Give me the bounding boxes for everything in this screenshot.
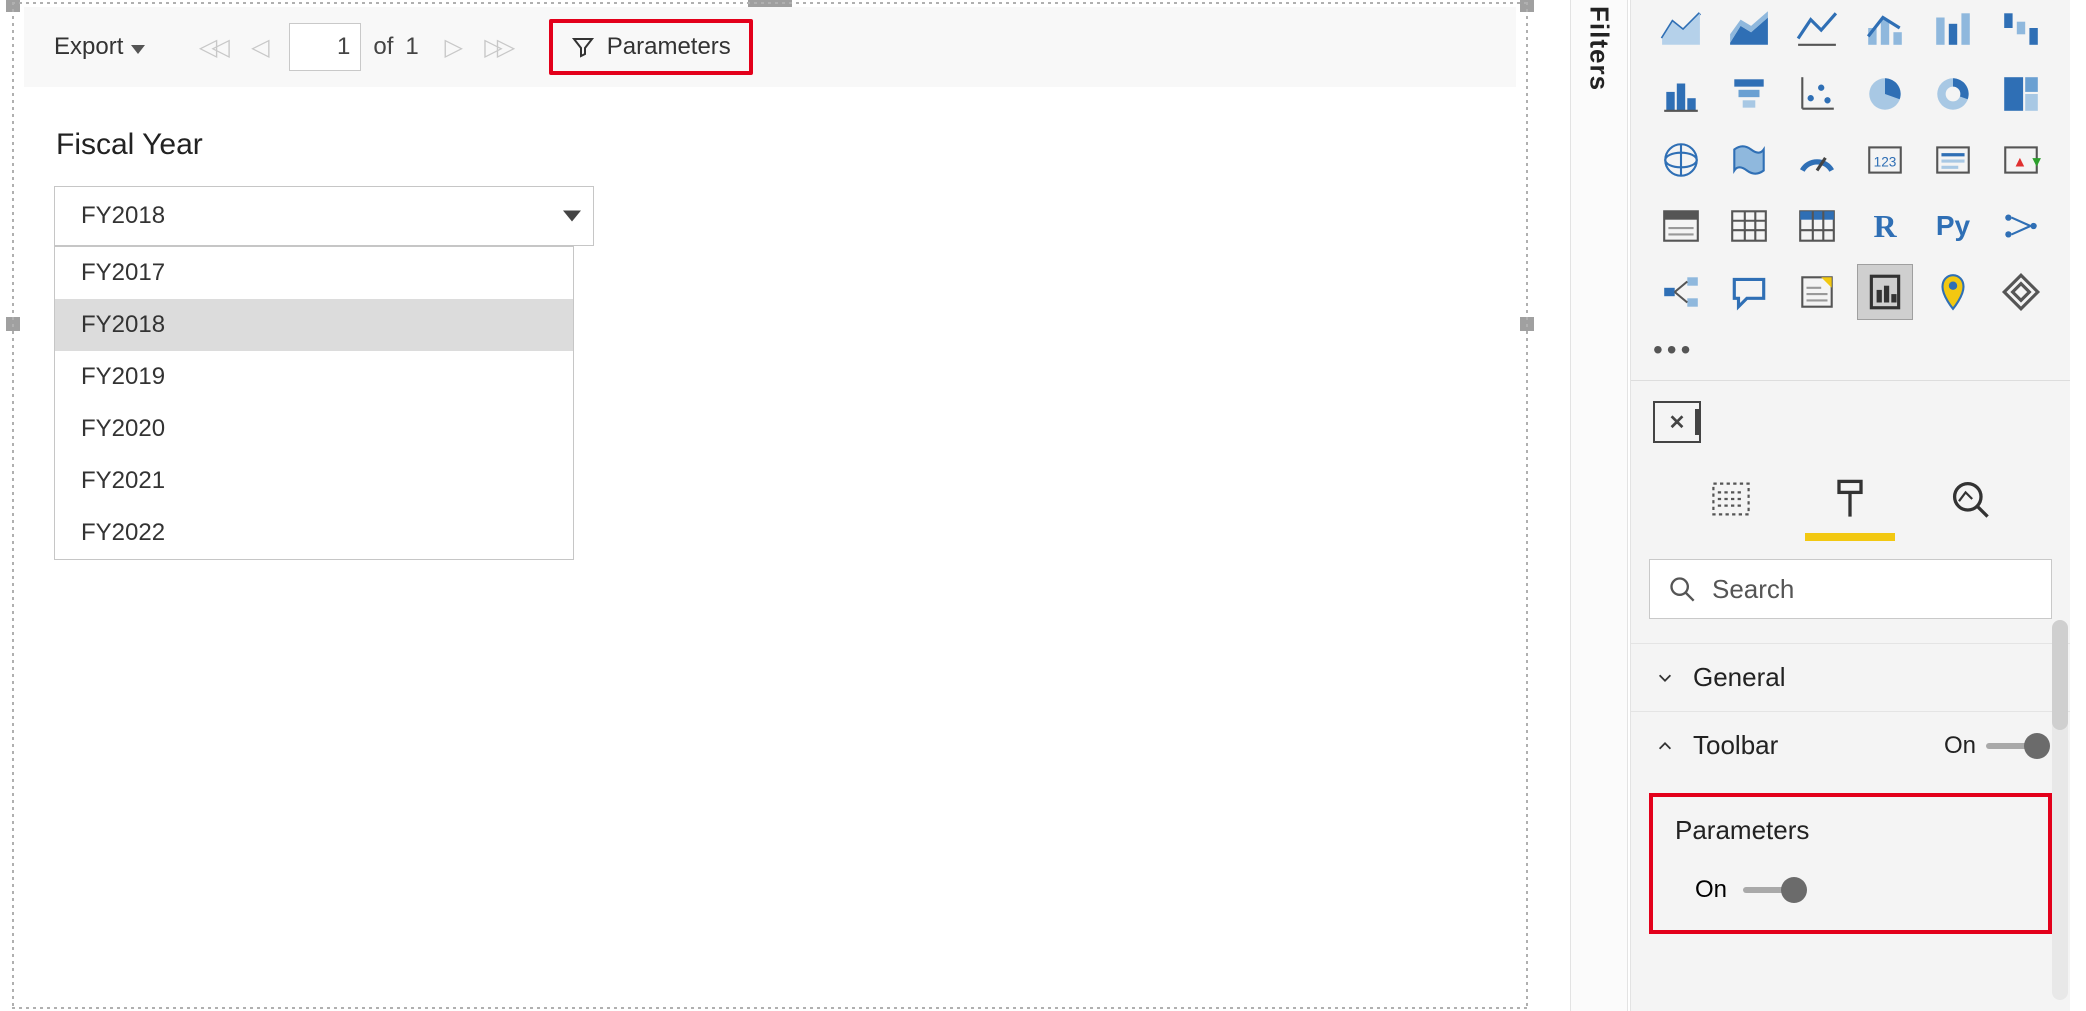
arcgis-maps-icon[interactable] — [1925, 264, 1981, 320]
parameters-option-card: Parameters On — [1649, 793, 2052, 934]
pie-chart-icon[interactable] — [1857, 66, 1913, 122]
filters-pane-collapsed[interactable]: Filters — [1570, 0, 1628, 1011]
map-icon[interactable] — [1653, 132, 1709, 188]
waterfall-chart-icon[interactable] — [1993, 0, 2049, 56]
fields-tab-icon — [1709, 477, 1753, 521]
report-viewer-toolbar: Export ◁◁ ◁ 1 of 1 ▷ ▷▷ Parameters — [24, 7, 1516, 87]
svg-text:▼: ▼ — [2029, 154, 2042, 170]
gauge-chart-icon[interactable] — [1789, 132, 1845, 188]
donut-chart-icon[interactable] — [1925, 66, 1981, 122]
fiscal-year-option[interactable]: FY2017 — [55, 247, 573, 299]
python-visual-icon[interactable]: Py — [1925, 198, 1981, 254]
chevron-down-icon — [1655, 668, 1675, 688]
fiscal-year-option[interactable]: FY2022 — [55, 507, 573, 559]
table-visual-icon[interactable] — [1721, 198, 1777, 254]
general-section-label: General — [1693, 662, 1786, 693]
search-placeholder: Search — [1712, 574, 1794, 605]
chevron-up-icon — [1655, 736, 1675, 756]
area-chart-icon[interactable] — [1653, 0, 1709, 56]
filter-icon — [571, 35, 595, 59]
combo-chart-icon[interactable] — [1857, 0, 1913, 56]
filters-pane-label: Filters — [1584, 6, 1615, 1011]
r-script-visual-icon[interactable]: R — [1857, 198, 1913, 254]
toolbar-toggle-state: On — [1944, 732, 1976, 760]
qa-visual-icon[interactable] — [1721, 264, 1777, 320]
format-accordion: General Toolbar On Parameters On — [1631, 643, 2070, 934]
general-section-header[interactable]: General — [1631, 643, 2070, 711]
fiscal-year-dropdown[interactable]: FY2018 — [54, 186, 594, 246]
visualization-gallery: 123 ▲▼ R Py — [1631, 0, 2070, 332]
prev-page-button[interactable]: ◁ — [237, 27, 277, 67]
kpi-visual-icon[interactable]: ▲▼ — [1993, 132, 2049, 188]
treemap-chart-icon[interactable] — [1993, 66, 2049, 122]
fiscal-year-selected-value: FY2018 — [81, 202, 165, 230]
scatter-chart-icon[interactable] — [1789, 66, 1845, 122]
filled-map-icon[interactable] — [1721, 132, 1777, 188]
toolbar-toggle[interactable]: On — [1944, 732, 2046, 760]
power-apps-visual-icon[interactable] — [1993, 264, 2049, 320]
ribbon-chart-icon[interactable] — [1925, 0, 1981, 56]
slicer-visual-icon[interactable] — [1653, 198, 1709, 254]
chevron-down-icon — [131, 45, 145, 54]
parameters-toggle-state: On — [1695, 876, 1727, 904]
page-of-label: of — [373, 33, 393, 61]
caret-down-icon — [563, 211, 581, 222]
matrix-visual-icon[interactable] — [1789, 198, 1845, 254]
visualizations-pane: 123 ▲▼ R Py ••• ✕ — [1630, 0, 2070, 1011]
fiscal-year-option[interactable]: FY2021 — [55, 455, 573, 507]
fiscal-year-option-list: FY2017 FY2018 FY2019 FY2020 FY2021 FY202… — [54, 246, 574, 560]
search-icon — [1668, 575, 1696, 603]
more-visuals-button[interactable]: ••• — [1631, 332, 2070, 376]
paginated-report-visual-icon[interactable] — [1857, 264, 1913, 320]
analytics-tab-icon — [1948, 477, 1992, 521]
multi-row-card-icon[interactable] — [1925, 132, 1981, 188]
stacked-area-chart-icon[interactable] — [1721, 0, 1777, 56]
analytics-tab[interactable] — [1940, 477, 2000, 541]
svg-text:▲: ▲ — [2013, 154, 2028, 170]
format-tab[interactable] — [1820, 477, 1880, 541]
decomposition-tree-icon[interactable] — [1653, 264, 1709, 320]
fiscal-year-title: Fiscal Year — [56, 128, 203, 162]
report-canvas-container: Export ◁◁ ◁ 1 of 1 ▷ ▷▷ Parameters Fisca… — [0, 0, 1540, 1011]
first-page-button[interactable]: ◁◁ — [191, 27, 231, 67]
parameters-toggle[interactable] — [1743, 887, 1803, 893]
total-pages-value: 1 — [405, 33, 418, 61]
scrollbar-thumb[interactable] — [2052, 620, 2068, 730]
smart-narrative-icon[interactable] — [1789, 264, 1845, 320]
last-page-button[interactable]: ▷▷ — [477, 27, 517, 67]
next-page-button[interactable]: ▷ — [431, 27, 471, 67]
toolbar-section-label: Toolbar — [1693, 730, 1778, 761]
remove-field-well-button[interactable]: ✕ — [1653, 401, 1701, 443]
export-button[interactable]: Export — [44, 27, 155, 67]
format-tabstrip — [1631, 461, 2070, 541]
clustered-bar-chart-icon[interactable] — [1653, 66, 1709, 122]
parameters-button-label: Parameters — [607, 33, 731, 61]
format-tab-icon — [1828, 477, 1872, 521]
funnel-chart-icon[interactable] — [1721, 66, 1777, 122]
toolbar-section-header[interactable]: Toolbar On — [1631, 711, 2070, 779]
card-visual-icon[interactable]: 123 — [1857, 132, 1913, 188]
line-chart-icon[interactable] — [1789, 0, 1845, 56]
key-influencers-icon[interactable] — [1993, 198, 2049, 254]
fiscal-year-option[interactable]: FY2020 — [55, 403, 573, 455]
fiscal-year-option[interactable]: FY2018 — [55, 299, 573, 351]
format-pane-scrollbar[interactable] — [2052, 620, 2068, 1000]
export-label: Export — [54, 33, 123, 61]
visual-selection-frame[interactable]: Export ◁◁ ◁ 1 of 1 ▷ ▷▷ Parameters Fisca… — [10, 0, 1530, 1011]
report-body: Fiscal Year FY2018 FY2017 FY2018 FY2019 … — [24, 88, 1516, 1005]
format-search-input[interactable]: Search — [1649, 559, 2052, 619]
fiscal-year-option[interactable]: FY2019 — [55, 351, 573, 403]
current-page-value: 1 — [337, 33, 350, 61]
parameters-button[interactable]: Parameters — [549, 19, 753, 75]
fields-tab[interactable] — [1701, 477, 1761, 541]
close-icon: ✕ — [1669, 410, 1686, 435]
divider — [1631, 380, 2070, 381]
parameters-option-label: Parameters — [1675, 815, 2026, 846]
svg-text:123: 123 — [1874, 154, 1897, 169]
current-page-input[interactable]: 1 — [289, 23, 361, 71]
